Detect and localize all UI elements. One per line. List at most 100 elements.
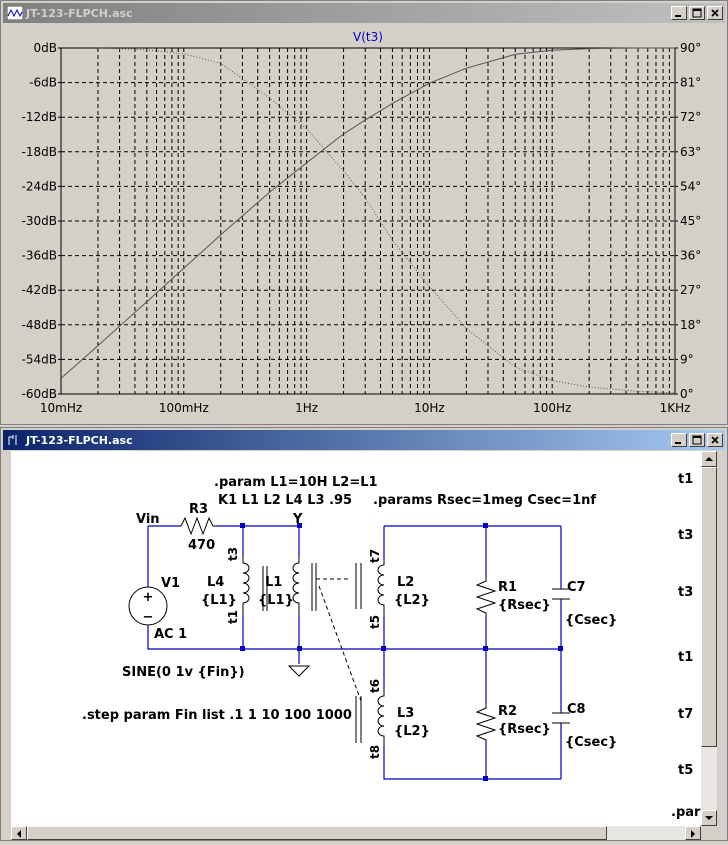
plus-icon: +: [143, 590, 154, 605]
waveform-plot-pane[interactable]: 0dB -6dB -12dB -18dB -24dB -30dB -36dB -42dB -48…: [11, 27, 719, 423]
y-left-tick-label: -24dB: [22, 179, 57, 193]
y-right-tick-label: 0°: [680, 387, 694, 401]
r3-name[interactable]: R3: [189, 502, 208, 517]
resistor-r1[interactable]: [475, 576, 497, 616]
vertical-scroll-thumb[interactable]: [701, 467, 717, 747]
waveform-titlebar[interactable]: JT-123-FLPCH.asc: [3, 3, 725, 23]
edge-label[interactable]: t7: [678, 707, 693, 722]
l4-name[interactable]: L4: [207, 575, 224, 590]
scroll-left-button[interactable]: [11, 826, 27, 840]
net-label-t6[interactable]: t6: [368, 679, 382, 693]
c7-name[interactable]: C7: [567, 580, 586, 595]
y-left-tick-label: -30dB: [22, 214, 57, 228]
c8-name[interactable]: C8: [567, 702, 586, 717]
inductor-l2[interactable]: [377, 559, 385, 616]
r2-name[interactable]: R2: [498, 704, 517, 719]
edge-label[interactable]: t1: [678, 650, 693, 665]
scroll-down-button[interactable]: [701, 810, 717, 826]
arrow-right-icon: [691, 830, 695, 838]
wires: [147, 525, 562, 780]
y-right-tick-label: 81°: [680, 76, 701, 90]
v1-ac[interactable]: AC 1: [154, 627, 187, 642]
c7-value[interactable]: {Csec}: [565, 613, 617, 628]
horizontal-scroll-thumb[interactable]: [27, 826, 607, 840]
l4-value[interactable]: {L1}: [201, 593, 237, 608]
maximize-button[interactable]: [689, 6, 705, 20]
x-tick-label: 1KHz: [660, 401, 691, 415]
schematic-canvas[interactable]: .param L1=10H L2=L1 K1 L1 L2 L4 L3 .95 .…: [11, 451, 701, 826]
close-button[interactable]: [707, 433, 723, 447]
close-button[interactable]: [707, 6, 723, 20]
l1-value[interactable]: {L1}: [258, 593, 294, 608]
ground-symbol[interactable]: [287, 665, 311, 677]
net-label-t1-left[interactable]: t1: [226, 610, 240, 624]
net-label-t5[interactable]: t5: [368, 615, 382, 629]
edge-label[interactable]: t5: [678, 763, 693, 778]
edge-label[interactable]: t1: [678, 472, 693, 487]
maximize-icon: [692, 435, 702, 445]
net-label-vin[interactable]: Vin: [136, 512, 160, 527]
r3-value[interactable]: 470: [188, 538, 215, 553]
v1-sine[interactable]: SINE(0 1v {Fin}): [122, 665, 245, 680]
y-right-tick-label: 27°: [680, 283, 701, 297]
y-left-tick-label: -36dB: [22, 249, 57, 263]
y-left-tick-label: -42dB: [22, 283, 57, 297]
minimize-button[interactable]: [671, 433, 687, 447]
coupling-directive[interactable]: K1 L1 L2 L4 L3 .95: [218, 493, 352, 508]
vertical-scrollbar[interactable]: [701, 451, 717, 826]
horizontal-scrollbar[interactable]: [11, 826, 701, 840]
waveform-window: JT-123-FLPCH.asc 0dB -6dB -12dB -18dB -24dB -…: [0, 0, 728, 425]
close-icon: [711, 436, 719, 444]
l2-name[interactable]: L2: [397, 575, 414, 590]
resistor-r2[interactable]: [475, 703, 497, 741]
r2-value[interactable]: {Rsec}: [498, 722, 551, 737]
step-directive[interactable]: .step param Fin list .1 1 10 100 1000: [82, 708, 352, 723]
edge-label[interactable]: t3: [678, 528, 693, 543]
l3-value[interactable]: {L2}: [394, 724, 430, 739]
y-right-tick-label: 90°: [680, 41, 701, 55]
edge-label[interactable]: .para: [671, 805, 701, 820]
core-lines-right: [355, 563, 362, 743]
trace-label[interactable]: V(t3): [353, 30, 383, 44]
l2-value[interactable]: {L2}: [394, 593, 430, 608]
scroll-right-button[interactable]: [685, 826, 701, 840]
x-tick-label: 10Hz: [414, 401, 445, 415]
minimize-button[interactable]: [671, 6, 687, 20]
coupling-dashed-line: [316, 578, 362, 702]
net-label-t8[interactable]: t8: [368, 745, 382, 759]
minimize-icon: [675, 442, 681, 444]
close-icon: [711, 9, 719, 17]
y-left-tick-label: -12dB: [22, 110, 57, 124]
x-tick-label: 100mHz: [159, 401, 209, 415]
voltage-source-v1[interactable]: + −: [128, 586, 168, 626]
inductor-l1[interactable]: [292, 556, 300, 616]
net-label-y[interactable]: Y: [292, 512, 303, 527]
r1-value[interactable]: {Rsec}: [498, 598, 551, 613]
r1-name[interactable]: R1: [498, 580, 517, 595]
y-left-tick-label: -48dB: [22, 318, 57, 332]
l1-name[interactable]: L1: [265, 575, 282, 590]
scroll-up-button[interactable]: [701, 451, 717, 467]
waveform-app-icon: [7, 6, 23, 20]
inductor-l3[interactable]: [377, 689, 385, 746]
net-label-t7[interactable]: t7: [368, 549, 382, 563]
resistor-r3[interactable]: [180, 516, 216, 536]
schematic-window-title: JT-123-FLPCH.asc: [26, 433, 133, 447]
minimize-icon: [675, 15, 681, 17]
arrow-left-icon: [17, 830, 21, 838]
minus-icon: −: [143, 610, 154, 625]
inductor-l4[interactable]: [242, 556, 250, 616]
v1-name[interactable]: V1: [161, 576, 180, 591]
bode-plot[interactable]: 0dB -6dB -12dB -18dB -24dB -30dB -36dB -42dB -48…: [11, 27, 719, 423]
schematic-titlebar[interactable]: JT-123-FLPCH.asc: [3, 430, 725, 450]
y-right-tick-label: 63°: [680, 145, 701, 159]
param-directive[interactable]: .param L1=10H L2=L1: [214, 475, 378, 490]
l3-name[interactable]: L3: [397, 706, 414, 721]
y-right-tick-label: 72°: [680, 110, 701, 124]
params-directive[interactable]: .params Rsec=1meg Csec=1nf: [373, 493, 596, 508]
c8-value[interactable]: {Csec}: [565, 735, 617, 750]
net-label-t3-left[interactable]: t3: [226, 547, 240, 561]
maximize-button[interactable]: [689, 433, 705, 447]
edge-label[interactable]: t3: [678, 585, 693, 600]
schematic-window: JT-123-FLPCH.asc .param L1=10H L2=L1 K1 …: [0, 427, 728, 841]
